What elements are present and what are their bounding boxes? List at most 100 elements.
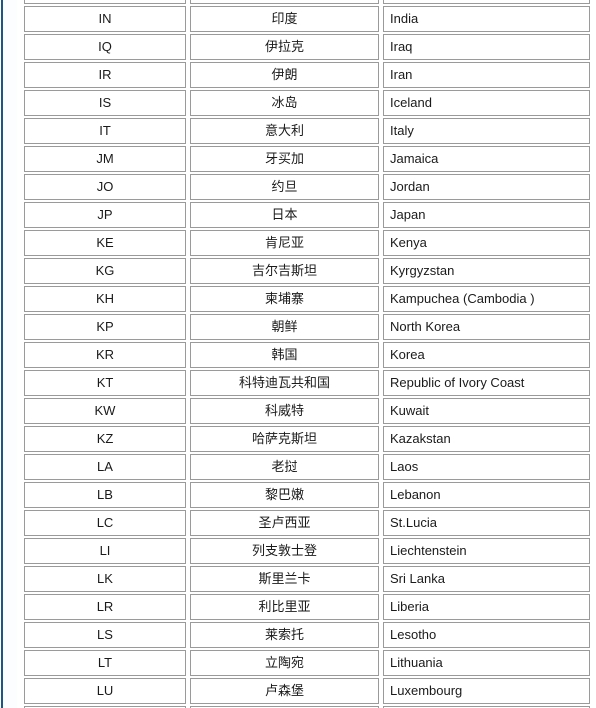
country-name-en-cell: Lithuania xyxy=(383,650,590,676)
country-name-zh-cell: 日本 xyxy=(190,202,379,228)
table-row[interactable]: LC 圣卢西亚 St.Lucia xyxy=(24,510,590,536)
country-name-en-cell: Kazakstan xyxy=(383,426,590,452)
country-code-cell: LC xyxy=(24,510,186,536)
country-name-en-cell: North Korea xyxy=(383,314,590,340)
table-row[interactable]: LS 莱索托 Lesotho xyxy=(24,622,590,648)
country-name-zh-cell: 约旦 xyxy=(190,174,379,200)
table-row[interactable]: JP 日本 Japan xyxy=(24,202,590,228)
country-name-zh-cell: 柬埔寨 xyxy=(190,286,379,312)
table-row[interactable]: KZ 哈萨克斯坦 Kazakstan xyxy=(24,426,590,452)
country-code-cell: LK xyxy=(24,566,186,592)
country-name-en-cell: Kampuchea (Cambodia ) xyxy=(383,286,590,312)
table-row[interactable]: LT 立陶宛 Lithuania xyxy=(24,650,590,676)
table-row[interactable]: LA 老挝 Laos xyxy=(24,454,590,480)
table-row[interactable]: IR 伊朗 Iran xyxy=(24,62,590,88)
country-name-en-cell: Jamaica xyxy=(383,146,590,172)
country-code-cell: IT xyxy=(24,118,186,144)
table-row[interactable]: IT 意大利 Italy xyxy=(24,118,590,144)
country-code-cell: LT xyxy=(24,650,186,676)
country-code-table-viewport[interactable]: IN 印度 India IQ 伊拉克 Iraq IR 伊朗 Iran IS 冰岛 Iceland IT 意… xyxy=(0,0,596,708)
country-code-cell: LR xyxy=(24,594,186,620)
country-code-cell: KP xyxy=(24,314,186,340)
table-row[interactable]: LU 卢森堡 Luxembourg xyxy=(24,678,590,704)
country-code-cell: LA xyxy=(24,454,186,480)
country-name-zh-cell: 朝鲜 xyxy=(190,314,379,340)
table-row[interactable]: IQ 伊拉克 Iraq xyxy=(24,34,590,60)
table-cell-partial xyxy=(383,0,590,4)
country-name-zh-cell: 冰岛 xyxy=(190,90,379,116)
country-name-zh-cell: 韩国 xyxy=(190,342,379,368)
country-name-en-cell: Iran xyxy=(383,62,590,88)
country-name-en-cell: Kenya xyxy=(383,230,590,256)
table-row[interactable]: KE 肯尼亚 Kenya xyxy=(24,230,590,256)
country-code-cell: IS xyxy=(24,90,186,116)
country-code-cell: LB xyxy=(24,482,186,508)
country-code-cell: KG xyxy=(24,258,186,284)
country-code-cell: KR xyxy=(24,342,186,368)
country-name-en-cell: Iraq xyxy=(383,34,590,60)
country-name-en-cell: Japan xyxy=(383,202,590,228)
country-name-zh-cell: 科威特 xyxy=(190,398,379,424)
country-name-zh-cell: 吉尔吉斯坦 xyxy=(190,258,379,284)
table-row[interactable]: KW 科威特 Kuwait xyxy=(24,398,590,424)
table-row[interactable]: LR 利比里亚 Liberia xyxy=(24,594,590,620)
country-name-en-cell: Lesotho xyxy=(383,622,590,648)
country-name-zh-cell: 列支敦士登 xyxy=(190,538,379,564)
country-name-en-cell: Liberia xyxy=(383,594,590,620)
country-name-en-cell: Italy xyxy=(383,118,590,144)
country-name-zh-cell: 圣卢西亚 xyxy=(190,510,379,536)
table-cell-partial xyxy=(190,0,379,4)
table-row-partial xyxy=(24,0,590,4)
table-row[interactable]: LB 黎巴嫩 Lebanon xyxy=(24,482,590,508)
country-name-zh-cell: 黎巴嫩 xyxy=(190,482,379,508)
table-row[interactable]: KR 韩国 Korea xyxy=(24,342,590,368)
table-row[interactable]: IS 冰岛 Iceland xyxy=(24,90,590,116)
country-code-cell: IN xyxy=(24,6,186,32)
table-row[interactable]: KG 吉尔吉斯坦 Kyrgyzstan xyxy=(24,258,590,284)
country-name-en-cell: Iceland xyxy=(383,90,590,116)
country-name-zh-cell: 利比里亚 xyxy=(190,594,379,620)
country-code-cell: KZ xyxy=(24,426,186,452)
country-name-zh-cell: 伊朗 xyxy=(190,62,379,88)
country-code-cell: KW xyxy=(24,398,186,424)
table-row[interactable]: LK 斯里兰卡 Sri Lanka xyxy=(24,566,590,592)
country-name-zh-cell: 牙买加 xyxy=(190,146,379,172)
country-name-en-cell: Kuwait xyxy=(383,398,590,424)
country-name-zh-cell: 科特迪瓦共和国 xyxy=(190,370,379,396)
country-name-zh-cell: 哈萨克斯坦 xyxy=(190,426,379,452)
country-name-en-cell: St.Lucia xyxy=(383,510,590,536)
country-name-en-cell: Korea xyxy=(383,342,590,368)
table-row[interactable]: LI 列支敦士登 Liechtenstein xyxy=(24,538,590,564)
country-name-zh-cell: 老挝 xyxy=(190,454,379,480)
table-row[interactable]: KT 科特迪瓦共和国 Republic of Ivory Coast xyxy=(24,370,590,396)
table-row[interactable]: IN 印度 India xyxy=(24,6,590,32)
country-name-zh-cell: 肯尼亚 xyxy=(190,230,379,256)
table-row[interactable]: KP 朝鲜 North Korea xyxy=(24,314,590,340)
country-name-en-cell: Jordan xyxy=(383,174,590,200)
country-code-table-body: IN 印度 India IQ 伊拉克 Iraq IR 伊朗 Iran IS 冰岛 Iceland IT 意… xyxy=(24,0,590,708)
country-code-cell: LU xyxy=(24,678,186,704)
country-code-table: IN 印度 India IQ 伊拉克 Iraq IR 伊朗 Iran IS 冰岛 Iceland IT 意… xyxy=(20,0,594,708)
country-name-zh-cell: 伊拉克 xyxy=(190,34,379,60)
table-row[interactable]: JO 约旦 Jordan xyxy=(24,174,590,200)
country-name-zh-cell: 立陶宛 xyxy=(190,650,379,676)
table-row[interactable]: JM 牙买加 Jamaica xyxy=(24,146,590,172)
country-code-cell: JO xyxy=(24,174,186,200)
country-name-en-cell: Kyrgyzstan xyxy=(383,258,590,284)
country-code-cell: LI xyxy=(24,538,186,564)
country-name-zh-cell: 意大利 xyxy=(190,118,379,144)
country-name-zh-cell: 莱索托 xyxy=(190,622,379,648)
country-name-en-cell: India xyxy=(383,6,590,32)
country-code-cell: JP xyxy=(24,202,186,228)
table-cell-partial xyxy=(24,0,186,4)
country-name-en-cell: Republic of Ivory Coast xyxy=(383,370,590,396)
country-name-en-cell: Liechtenstein xyxy=(383,538,590,564)
country-code-cell: IR xyxy=(24,62,186,88)
country-name-zh-cell: 卢森堡 xyxy=(190,678,379,704)
country-code-cell: KT xyxy=(24,370,186,396)
country-name-en-cell: Lebanon xyxy=(383,482,590,508)
country-name-en-cell: Luxembourg xyxy=(383,678,590,704)
table-row[interactable]: KH 柬埔寨 Kampuchea (Cambodia ) xyxy=(24,286,590,312)
country-code-cell: LS xyxy=(24,622,186,648)
country-code-cell: IQ xyxy=(24,34,186,60)
